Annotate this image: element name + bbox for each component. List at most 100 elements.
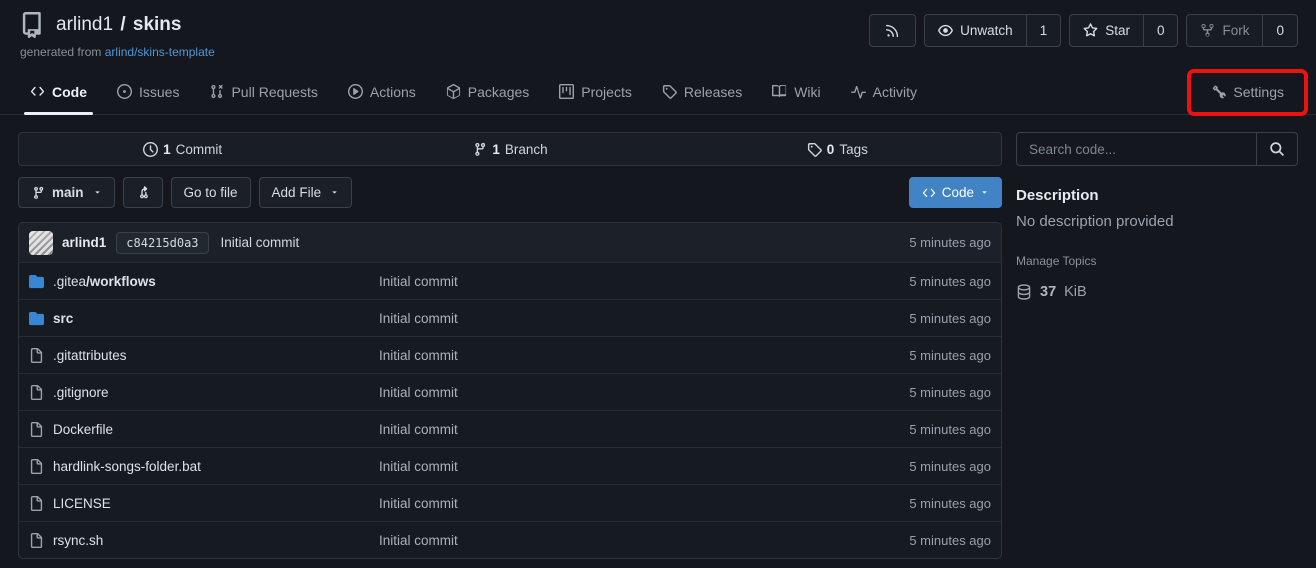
file-row: .gitattributes Initial commit 5 minutes … [19,336,1001,373]
file-icon [29,533,44,548]
file-commit-message[interactable]: Initial commit [379,274,909,289]
file-commit-time: 5 minutes ago [909,496,991,511]
file-icon [29,459,44,474]
file-commit-message[interactable]: Initial commit [379,385,909,400]
fork-icon [1200,23,1215,38]
tags-link[interactable]: 0 Tags [674,133,1001,165]
stars-count[interactable]: 0 [1143,15,1178,46]
tab-settings[interactable]: Settings [1199,69,1296,114]
compare-button[interactable] [123,177,163,208]
repo-size: 37 KiB [1016,284,1298,300]
latest-commit-row: arlind1 c84215d0a3 Initial commit 5 minu… [19,223,1001,262]
branch-selector[interactable]: main [18,177,115,208]
file-commit-time: 5 minutes ago [909,459,991,474]
tab-code[interactable]: Code [18,69,99,114]
avatar[interactable] [29,231,53,255]
book-icon [772,84,787,99]
file-icon [29,348,44,363]
file-icon [29,422,44,437]
tab-projects[interactable]: Projects [547,69,644,114]
go-to-file-button[interactable]: Go to file [171,177,251,208]
rss-button[interactable] [870,15,915,46]
page-title: arlind1 / skins [56,14,181,36]
code-icon [922,186,936,200]
project-icon [559,84,574,99]
folder-icon [29,311,44,326]
package-icon [446,84,461,99]
issue-icon [117,84,132,99]
commit-author-link[interactable]: arlind1 [62,235,106,250]
repo-action-buttons: Unwatch 1 Star 0 Fork [869,14,1298,47]
branch-icon [31,186,45,200]
file-commit-time: 5 minutes ago [909,311,991,326]
add-file-button[interactable]: Add File [259,177,353,208]
fork-button[interactable]: Fork [1187,15,1262,46]
file-table: arlind1 c84215d0a3 Initial commit 5 minu… [18,222,1002,559]
commits-link[interactable]: 1 Commit [19,133,346,165]
tab-activity[interactable]: Activity [839,69,929,114]
pull-request-icon [209,84,224,99]
tab-issues[interactable]: Issues [105,69,191,114]
search-button[interactable] [1256,133,1297,165]
description-text: No description provided [1016,213,1298,230]
search-input[interactable] [1017,133,1256,165]
folder-icon [29,274,44,289]
repo-header: arlind1 / skins generated from arlind/sk… [0,0,1316,59]
tab-actions[interactable]: Actions [336,69,428,114]
repo-toolbar: main Go to file Add File [18,177,1002,208]
tab-wiki[interactable]: Wiki [760,69,832,114]
file-commit-message[interactable]: Initial commit [379,422,909,437]
file-name-link[interactable]: .gitignore [53,385,109,400]
commit-message-link[interactable]: Initial commit [221,235,300,250]
commit-time: 5 minutes ago [909,235,991,250]
tab-pull-requests[interactable]: Pull Requests [197,69,329,114]
file-name-link[interactable]: hardlink-songs-folder.bat [53,459,201,474]
forks-count[interactable]: 0 [1262,15,1297,46]
file-icon [29,496,44,511]
tab-releases[interactable]: Releases [650,69,754,114]
file-name-link[interactable]: LICENSE [53,496,111,511]
file-row: hardlink-songs-folder.bat Initial commit… [19,447,1001,484]
file-commit-time: 5 minutes ago [909,385,991,400]
file-icon [29,385,44,400]
watchers-count[interactable]: 1 [1026,15,1061,46]
file-row: .gitea/workflows Initial commit 5 minute… [19,262,1001,299]
tag-icon [807,142,822,157]
file-name-link[interactable]: Dockerfile [53,422,113,437]
chevron-down-icon [980,188,989,197]
repo-nav: Code Issues Pull Requests Actions Packag… [0,69,1316,115]
database-icon [1016,284,1032,300]
file-commit-time: 5 minutes ago [909,348,991,363]
code-icon [30,84,45,99]
file-commit-message[interactable]: Initial commit [379,496,909,511]
file-commit-message[interactable]: Initial commit [379,459,909,474]
repo-name-link[interactable]: skins [133,14,182,35]
file-row: rsync.sh Initial commit 5 minutes ago [19,521,1001,558]
template-repo-link[interactable]: arlind/skins-template [105,45,215,59]
search-icon [1269,141,1285,157]
commit-hash-link[interactable]: c84215d0a3 [116,232,208,254]
generated-from: generated from arlind/skins-template [20,45,215,59]
repo-sidebar: Description No description provided Mana… [1016,132,1298,300]
file-name-link[interactable]: .gitattributes [53,348,127,363]
file-name-link[interactable]: .gitea/workflows [53,274,156,289]
unwatch-button[interactable]: Unwatch [925,15,1026,46]
branch-icon [472,142,487,157]
file-name-link[interactable]: rsync.sh [53,533,103,548]
manage-topics-link[interactable]: Manage Topics [1016,254,1097,268]
file-commit-message[interactable]: Initial commit [379,311,909,326]
file-commit-time: 5 minutes ago [909,422,991,437]
rss-icon [885,23,900,38]
file-name-link[interactable]: src [53,311,73,326]
chevron-down-icon [93,188,102,197]
tag-icon [662,84,677,99]
actions-icon [348,84,363,99]
code-download-button[interactable]: Code [909,177,1002,208]
star-icon [1083,23,1098,38]
star-button[interactable]: Star [1070,15,1143,46]
file-commit-message[interactable]: Initial commit [379,348,909,363]
file-commit-message[interactable]: Initial commit [379,533,909,548]
repo-owner-link[interactable]: arlind1 [56,14,113,35]
tab-packages[interactable]: Packages [434,69,541,114]
branches-link[interactable]: 1 Branch [346,133,673,165]
